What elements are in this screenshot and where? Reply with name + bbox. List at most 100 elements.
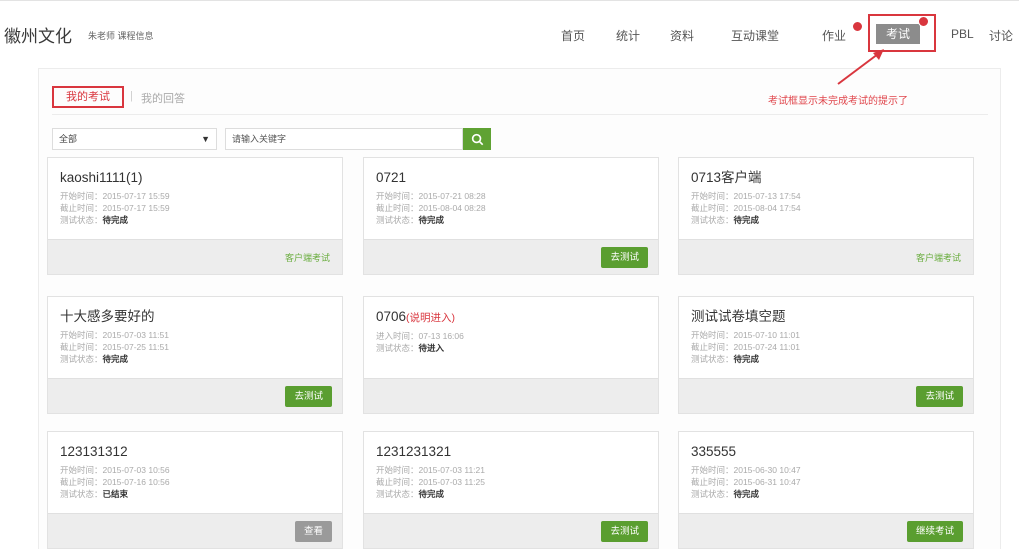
exam-card-footer: 客户端考试	[679, 239, 973, 274]
exam-title: 测试试卷填空题	[691, 309, 961, 325]
exam-title-text: 0721	[376, 170, 407, 185]
exam-status-label: 测试状态：	[60, 489, 103, 499]
take-exam-button[interactable]: 去测试	[601, 521, 648, 542]
exam-card: kaoshi1111(1) 开始时间：2015-07-17 15:59 截止时间：2…	[47, 157, 343, 275]
exam-card-body: 十大感多要好的 开始时间：2015-07-03 11:51 截止时间：2015-07…	[48, 297, 342, 379]
exam-card: 测试试卷填空题开始时间：2015-07-10 11:01 截止时间：2015-07…	[678, 296, 974, 414]
filter-select[interactable]: 全部 ▼	[52, 128, 217, 150]
exam-status-label: 测试状态：	[376, 343, 419, 353]
exam-time-line: 开始时间：2015-07-03 11:51	[60, 330, 169, 340]
exam-time-line: 截止时间：2015-07-24 11:01	[691, 342, 800, 352]
exam-card-body: 测试试卷填空题开始时间：2015-07-10 11:01 截止时间：2015-07…	[679, 297, 973, 379]
exam-title: kaoshi1111(1)	[60, 170, 330, 186]
exam-time-line: 截止时间：2015-07-16 10:56	[60, 477, 170, 487]
tab-divider	[52, 114, 988, 115]
exam-card-body: 0721 开始时间：2015-07-21 08:28 截止时间：2015-08-04…	[364, 158, 658, 240]
exam-title: 0721	[376, 170, 646, 186]
exam-card-body: 123131312 开始时间：2015-07-03 10:56 截止时间：2015-…	[48, 432, 342, 514]
exam-time-line: 进入时间：07-13 16:06	[376, 331, 464, 341]
client-exam-link[interactable]: 客户端考试	[916, 251, 961, 264]
filter-select-value: 全部	[59, 134, 78, 144]
exam-card: 0706(说明进入) 进入时间：07-13 16:06 测试状态：待进入	[363, 296, 659, 414]
nav-homework[interactable]: 作业	[822, 27, 846, 44]
chevron-down-icon: ▼	[201, 134, 210, 144]
exam-status: 测试状态：待完成	[691, 488, 961, 500]
exam-time-line: 开始时间：2015-07-03 10:56	[60, 465, 170, 475]
exam-time-line: 截止时间：2015-07-03 11:25	[376, 477, 485, 487]
exam-card: 123131312 开始时间：2015-07-03 10:56 截止时间：2015-…	[47, 431, 343, 549]
exam-status-label: 测试状态：	[376, 215, 419, 225]
exam-status: 测试状态：待完成	[691, 353, 961, 365]
exam-status-value: 待完成	[733, 354, 760, 364]
nav-home[interactable]: 首页	[561, 27, 585, 44]
homework-badge	[852, 21, 863, 32]
nav-resources[interactable]: 资料	[670, 27, 694, 44]
tab-my-answers[interactable]: 我的回答	[141, 90, 185, 106]
nav-interactive-class[interactable]: 互动课堂	[731, 27, 779, 44]
exam-status-value: 待完成	[733, 489, 760, 499]
nav-statistics[interactable]: 统计	[616, 27, 640, 44]
exam-status-value: 待完成	[102, 215, 129, 225]
exam-card-body: 0713客户端开始时间：2015-07-13 17:54 截止时间：2015-08…	[679, 158, 973, 240]
exam-time-line: 开始时间：2015-07-21 08:28	[376, 191, 486, 201]
exam-title-text: 335555	[691, 444, 737, 459]
exam-title: 十大感多要好的	[60, 309, 330, 325]
nav-exam[interactable]: 考试	[876, 24, 920, 44]
tab-my-exams[interactable]: 我的考试	[52, 86, 124, 108]
exam-time-line: 截止时间：2015-07-17 15:59	[60, 203, 170, 213]
exam-title: 123131312	[60, 444, 330, 460]
nav-discussion[interactable]: 讨论	[989, 27, 1013, 44]
exam-time-line: 截止时间：2015-08-04 17:54	[691, 203, 801, 213]
exam-time-line: 开始时间：2015-06-30 10:47	[691, 465, 801, 475]
exam-title-text: 1231231321	[376, 444, 452, 459]
exam-card-footer: 去测试	[48, 378, 342, 413]
exam-status: 测试状态：待完成	[60, 353, 330, 365]
exam-status-label: 测试状态：	[691, 215, 734, 225]
take-exam-button[interactable]: 去测试	[601, 247, 648, 268]
take-exam-button[interactable]: 去测试	[285, 386, 332, 407]
exam-status-label: 测试状态：	[60, 215, 103, 225]
exam-status-value: 待完成	[418, 215, 445, 225]
exam-card-body: 335555 开始时间：2015-06-30 10:47 截止时间：2015-06-…	[679, 432, 973, 514]
exam-time-line: 截止时间：2015-06-31 10:47	[691, 477, 801, 487]
take-exam-button[interactable]: 继续考试	[906, 521, 963, 542]
exam-time-line: 开始时间：2015-07-10 11:01	[691, 330, 800, 340]
exam-title-text: 0713客户端	[691, 170, 762, 185]
exam-status: 测试状态：已结束	[60, 488, 330, 500]
exam-card-footer: 去测试	[364, 239, 658, 274]
exam-status: 测试状态：待完成	[376, 488, 646, 500]
course-subtitle: 朱老师 课程信息	[88, 31, 154, 41]
exam-title: 1231231321	[376, 444, 646, 460]
exam-card-footer: 客户端考试	[48, 239, 342, 274]
exam-title-text: 十大感多要好的	[60, 309, 155, 324]
exam-status-value: 待进入	[418, 343, 445, 353]
exam-time-line: 开始时间：2015-07-17 15:59	[60, 191, 170, 201]
client-exam-link[interactable]: 客户端考试	[285, 251, 330, 264]
search-input[interactable]	[225, 128, 463, 150]
exam-title-text: 测试试卷填空题	[691, 309, 786, 324]
nav-pbl[interactable]: PBL	[951, 27, 974, 41]
exam-time-line: 开始时间：2015-07-13 17:54	[691, 191, 801, 201]
exam-status: 测试状态：待完成	[376, 214, 646, 226]
exam-status: 测试状态：待完成	[60, 214, 330, 226]
exam-status: 测试状态：待完成	[691, 214, 961, 226]
exam-card-footer	[364, 378, 658, 413]
take-exam-button[interactable]: 去测试	[916, 386, 963, 407]
exam-card: 0721 开始时间：2015-07-21 08:28 截止时间：2015-08-04…	[363, 157, 659, 275]
exam-card-footer: 查看	[48, 513, 342, 548]
exam-title: 0706(说明进入)	[376, 309, 646, 326]
exam-status: 测试状态：待进入	[376, 342, 646, 354]
exam-title-text: 123131312	[60, 444, 128, 459]
exam-status-label: 测试状态：	[376, 489, 419, 499]
tab-separator: |	[130, 90, 133, 102]
view-button[interactable]: 查看	[294, 521, 332, 542]
exam-title-text: 0706	[376, 309, 407, 324]
search-button[interactable]	[463, 128, 491, 150]
exam-card-footer: 去测试	[364, 513, 658, 548]
exam-card-footer: 继续考试	[679, 513, 973, 548]
exam-card-body: 1231231321 开始时间：2015-07-03 11:21 截止时间：2015…	[364, 432, 658, 514]
exam-status-label: 测试状态：	[60, 354, 103, 364]
exam-status-value: 已结束	[102, 489, 129, 499]
exam-card: 335555 开始时间：2015-06-30 10:47 截止时间：2015-06-…	[678, 431, 974, 549]
exam-status-value: 待完成	[418, 489, 445, 499]
